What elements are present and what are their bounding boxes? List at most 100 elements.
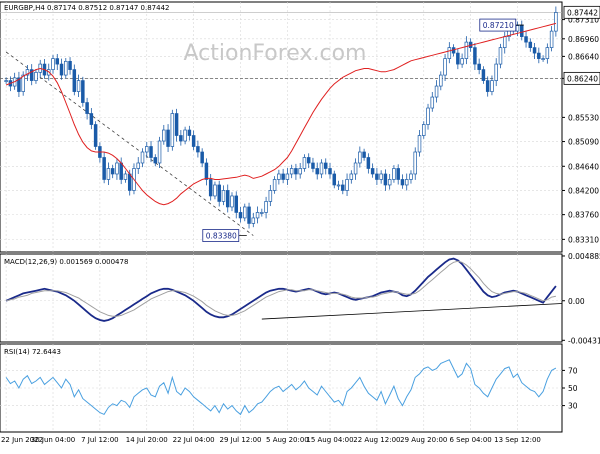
candle-body: [473, 47, 477, 65]
candle-body: [404, 179, 409, 186]
candle-body: [341, 184, 345, 191]
candle-body: [123, 173, 128, 180]
chart-root: 22 Jun 2022 30 Jun 04:00 7 Jul 12:00 14 Jul…: [0, 0, 600, 450]
candle-body: [315, 168, 319, 175]
candle-body: [81, 80, 85, 103]
rsi-y-tick-label: 70: [568, 366, 578, 375]
candle-body: [537, 52, 541, 59]
candle-body: [183, 129, 187, 142]
candle-body: [119, 162, 123, 180]
candle-body: [247, 206, 251, 224]
candle-body: [213, 184, 217, 197]
candle-body: [76, 80, 81, 92]
candle-body: [251, 217, 256, 224]
candle-body: [434, 85, 439, 98]
candle-body: [532, 47, 537, 54]
candle-body: [289, 168, 294, 175]
candle-body: [323, 162, 328, 169]
candle-body: [477, 63, 481, 70]
macd-y-tick-label: -0.004315: [568, 336, 600, 345]
candle-body: [375, 173, 379, 180]
candle-body: [443, 58, 447, 76]
price-y-tick-label: 0.83760: [568, 211, 599, 220]
macd-panel-title: MACD(12,26,9) 0.001569 0.000478: [4, 258, 128, 266]
candle-body: [528, 41, 533, 48]
candle-body: [204, 162, 209, 180]
candle-body: [127, 173, 132, 191]
candle-body: [217, 184, 221, 202]
rsi-y-tick-label: 30: [568, 402, 578, 411]
candle-body: [174, 113, 179, 136]
candle-body: [294, 168, 298, 175]
x-tick-label: 6 Sep 04:00: [449, 436, 491, 444]
price-y-tick-label: 0.86640: [568, 52, 599, 61]
candle-body: [162, 129, 166, 142]
candle-body: [272, 179, 277, 191]
candle-body: [268, 190, 273, 202]
candle-body: [426, 107, 430, 125]
candle-body: [153, 157, 158, 164]
candle-body: [225, 190, 230, 208]
candle-body: [281, 173, 285, 180]
candle-body: [413, 151, 417, 175]
x-tick-label: 13 Sep 12:00: [494, 436, 541, 444]
candle-body: [481, 69, 486, 81]
candle-body: [306, 157, 311, 164]
candle-body: [485, 80, 490, 92]
candle-body: [392, 168, 396, 180]
price-y-tick-label: 0.84200: [568, 186, 599, 195]
candle-body: [417, 135, 422, 153]
x-tick-label: 29 Aug 20:00: [400, 436, 447, 444]
candle-body: [387, 179, 392, 186]
annotation-label: 0.87210: [483, 21, 514, 30]
rsi-panel-title: RSI(14) 72.6443: [4, 348, 61, 356]
candle-body: [409, 173, 413, 180]
candle-body: [515, 25, 520, 32]
x-tick-label: 15 Aug 04:00: [306, 436, 353, 444]
candle-body: [72, 69, 77, 92]
candle-body: [319, 162, 324, 175]
x-tick-label: 14 Jul 20:00: [126, 436, 168, 444]
price-y-tick-label: 0.84640: [568, 162, 599, 171]
candle-body: [541, 58, 545, 60]
candle-body: [85, 102, 89, 114]
candle-body: [520, 25, 524, 37]
candle-body: [136, 162, 140, 169]
rsi-y-tick-label: 50: [568, 384, 578, 393]
candle-body: [230, 195, 234, 208]
candle-body: [157, 140, 162, 164]
candle-body: [140, 151, 145, 164]
candle-body: [200, 151, 204, 164]
candle-body: [439, 74, 443, 87]
candle-body: [115, 162, 119, 175]
candle-body: [234, 195, 239, 213]
candle-body: [4, 80, 8, 82]
candle-body: [89, 113, 94, 125]
candle-body: [549, 30, 554, 48]
candle-body: [502, 36, 507, 48]
x-tick-label: 22 Aug 12:00: [353, 436, 400, 444]
price-y-tick-label: 0.85530: [568, 113, 599, 122]
candle-body: [68, 60, 72, 70]
candle-body: [494, 63, 498, 81]
x-tick-label: 5 Aug 20:00: [266, 436, 309, 444]
candle-body: [191, 135, 196, 147]
candle-body: [456, 52, 460, 65]
candle-body: [285, 173, 290, 180]
candle-body: [187, 129, 192, 136]
candle-body: [460, 58, 464, 65]
candle-body: [93, 124, 98, 147]
candle-body: [345, 179, 349, 191]
candle-body: [353, 162, 358, 175]
candle-body: [221, 190, 226, 202]
candle-body: [370, 168, 375, 175]
price-y-tick-label: 0.85090: [568, 138, 599, 147]
candle-body: [145, 146, 149, 153]
x-tick-label: 22 Jul 04:00: [173, 436, 215, 444]
level-price-label: 0.86240: [567, 74, 598, 83]
candle-body: [64, 60, 68, 76]
watermark: ActionForex.com: [184, 41, 367, 66]
candle-body: [302, 157, 307, 169]
candle-body: [102, 157, 106, 180]
candle-body: [110, 168, 115, 175]
